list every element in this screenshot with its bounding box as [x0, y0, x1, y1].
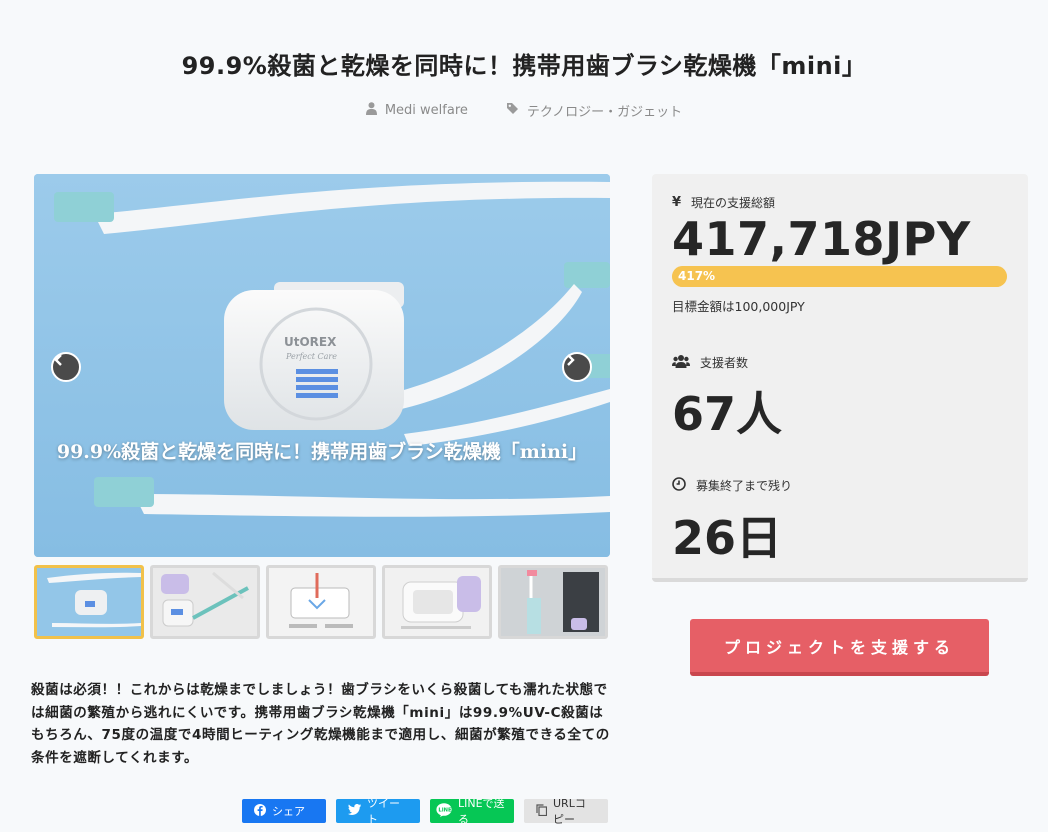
- category[interactable]: テクノロジー・ガジェット: [506, 101, 682, 120]
- remaining-label-row: 募集終了まで残り: [672, 477, 792, 494]
- thumbnail-strip: [34, 565, 608, 639]
- hero-brand-sub: Perfect Care: [285, 352, 337, 361]
- category-name: テクノロジー・ガジェット: [526, 105, 683, 120]
- hero-caption: 99.9%殺菌と乾燥を同時に！携帯用歯ブラシ乾燥機「mini」: [56, 441, 588, 463]
- copy-icon: [536, 803, 548, 819]
- thumbnail-4[interactable]: [382, 565, 492, 639]
- backers-label: 支援者数: [700, 356, 749, 370]
- share-line-label: LINEで送る: [458, 797, 505, 826]
- amount-value: 417,718JPY: [672, 212, 971, 266]
- thumbnail-5[interactable]: [498, 565, 608, 639]
- chevron-right-icon: [567, 354, 575, 366]
- funding-progress-bar: 417%: [672, 266, 1007, 287]
- thumbnail-1[interactable]: [34, 565, 144, 639]
- tag-icon: [506, 102, 519, 119]
- author[interactable]: Medi welfare: [365, 101, 468, 120]
- hero-image: UtOREX Perfect Care: [34, 174, 610, 557]
- user-icon: [365, 102, 377, 119]
- twitter-icon: [348, 804, 361, 818]
- chevron-left-icon: [54, 354, 62, 366]
- yen-icon: ¥: [672, 195, 682, 210]
- remaining-value: 26日: [672, 511, 783, 565]
- funding-percent: 417%: [678, 269, 716, 283]
- backers-label-row: 支援者数: [672, 354, 748, 371]
- line-icon: LINE: [436, 802, 452, 820]
- facebook-icon: [254, 803, 266, 819]
- page-title: 99.9%殺菌と乾燥を同時に！携帯用歯ブラシ乾燥機「mini」: [181, 52, 867, 80]
- share-line-button[interactable]: LINE LINEで送る: [430, 797, 514, 826]
- amount-label-row: ¥ 現在の支援総額: [672, 194, 775, 211]
- goal-amount: 目標金額は100,000JPY: [672, 299, 805, 314]
- hero-brand: UtOREX: [284, 335, 337, 349]
- meta-row: Medi welfare テクノロジー・ガジェット: [0, 101, 1048, 120]
- users-icon: [672, 354, 690, 371]
- copy-url-button[interactable]: URLコピー: [524, 797, 608, 826]
- copy-url-label: URLコピー: [553, 797, 586, 826]
- carousel-prev-button[interactable]: [51, 352, 81, 382]
- share-twitter-label: ツイート: [367, 797, 400, 826]
- remaining-label: 募集終了まで残り: [696, 479, 793, 493]
- author-name: Medi welfare: [384, 103, 468, 118]
- share-twitter-button[interactable]: ツイート: [336, 797, 420, 826]
- project-description: 殺菌は必須！！これからは乾燥までしましょう！歯ブラシをいくら殺菌しても濡れた状態…: [31, 682, 610, 766]
- support-project-button[interactable]: プロジェクトを支援する: [690, 619, 989, 676]
- share-facebook-button[interactable]: シェア: [242, 799, 326, 823]
- amount-label: 現在の支援総額: [691, 196, 776, 210]
- thumbnail-2[interactable]: [150, 565, 260, 639]
- funding-stats-panel: ¥ 現在の支援総額 417,718JPY 417% 目標金額は100,000JP…: [652, 174, 1028, 582]
- clock-icon: [672, 477, 686, 494]
- hero-carousel[interactable]: UtOREX Perfect Care 99.9%殺菌と乾燥を同時に！携帯用歯ブ…: [34, 174, 610, 557]
- share-facebook-label: シェア: [272, 805, 305, 818]
- thumbnail-3[interactable]: [266, 565, 376, 639]
- carousel-next-button[interactable]: [562, 352, 592, 382]
- funding-progress-fill: [672, 266, 1007, 287]
- share-bar: シェア ツイート LINE LINEで送る URLコピー: [242, 797, 608, 826]
- backers-value: 67人: [672, 387, 783, 441]
- svg-text:LINE: LINE: [438, 807, 452, 813]
